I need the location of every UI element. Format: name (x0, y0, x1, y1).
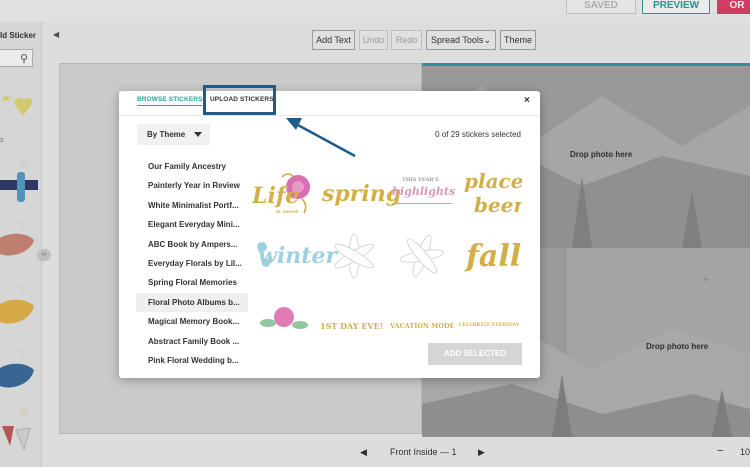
sticker-places-been[interactable]: places been (460, 169, 522, 227)
theme-dropdown-label: By Theme (147, 130, 186, 139)
sticker-vacation-mode[interactable]: VACATION MODE (390, 322, 456, 334)
selected-count: 0 of 29 stickers selected (435, 130, 521, 139)
sticker-rule (392, 203, 452, 204)
theme-list-item[interactable]: Floral Photo Albums b... (136, 292, 248, 313)
theme-list-item[interactable]: Painterly Year in Review (136, 176, 248, 195)
close-icon[interactable]: × (524, 95, 530, 106)
sticker-subtext: is sweet (276, 209, 299, 215)
sticker-modal: BROWSE STICKERS UPLOAD STICKERS × By The… (119, 91, 540, 378)
theme-list: Our Family Ancestry Painterly Year in Re… (136, 157, 248, 370)
sticker-spring[interactable]: spring (322, 169, 401, 223)
theme-list-item[interactable]: Elegant Everyday Mini... (136, 215, 248, 234)
sticker-text: VACATION MODE (390, 322, 455, 330)
sticker-winter[interactable]: winter (252, 231, 337, 285)
tabs-divider (119, 115, 540, 116)
sticker-text: spring (322, 181, 402, 207)
sticker-text: fall (466, 239, 522, 274)
caret-down-icon (194, 132, 202, 137)
sticker-text: 1ST DAY EVE! (320, 321, 384, 331)
sticker-grid: Life is sweet spring THIS YEAR'S highlig… (252, 169, 522, 334)
white-flower-icon (399, 234, 445, 278)
white-flower-icon (334, 233, 374, 279)
add-selected-button[interactable]: ADD SELECTED (428, 343, 522, 365)
sticker-first-day[interactable]: 1ST DAY EVE! (320, 321, 386, 334)
sticker-highlights[interactable]: THIS YEAR'S highlights (392, 169, 456, 223)
sticker-text: Life (252, 183, 300, 209)
sticker-subtext: THIS YEAR'S (402, 177, 439, 183)
sticker-fall[interactable]: fall (460, 225, 522, 289)
sticker-text: CELEBRATE EVERYDAY (459, 323, 520, 328)
sticker-celebrate-everyday[interactable]: CELEBRATE EVERYDAY (459, 323, 521, 334)
sticker-white-flower-2[interactable] (390, 229, 454, 283)
theme-list-item[interactable]: Pink Floral Wedding b... (136, 351, 248, 370)
theme-list-item[interactable]: White Minimalist Portf... (136, 196, 248, 215)
theme-list-item[interactable]: Spring Floral Memories (136, 273, 248, 292)
theme-list-item[interactable]: Magical Memory Book... (136, 312, 248, 331)
theme-list-item[interactable]: Our Family Ancestry (136, 157, 248, 176)
upload-tab-highlight (203, 85, 276, 115)
sticker-text: places (464, 169, 522, 193)
theme-list-item[interactable]: Everyday Florals by Lil... (136, 254, 248, 273)
sticker-white-flower[interactable] (322, 229, 386, 283)
sticker-pink-rose[interactable] (252, 299, 316, 334)
theme-list-item[interactable]: Abstract Family Book ... (136, 332, 248, 351)
theme-dropdown[interactable]: By Theme (137, 124, 210, 145)
sticker-life-is-sweet[interactable]: Life is sweet (252, 169, 316, 223)
sticker-subtext: been (474, 193, 522, 217)
rose-icon (260, 307, 308, 329)
theme-list-item[interactable]: ABC Book by Ampers... (136, 235, 248, 254)
tab-browse-stickers[interactable]: BROWSE STICKERS (137, 96, 203, 106)
sticker-text: highlights (392, 185, 456, 198)
